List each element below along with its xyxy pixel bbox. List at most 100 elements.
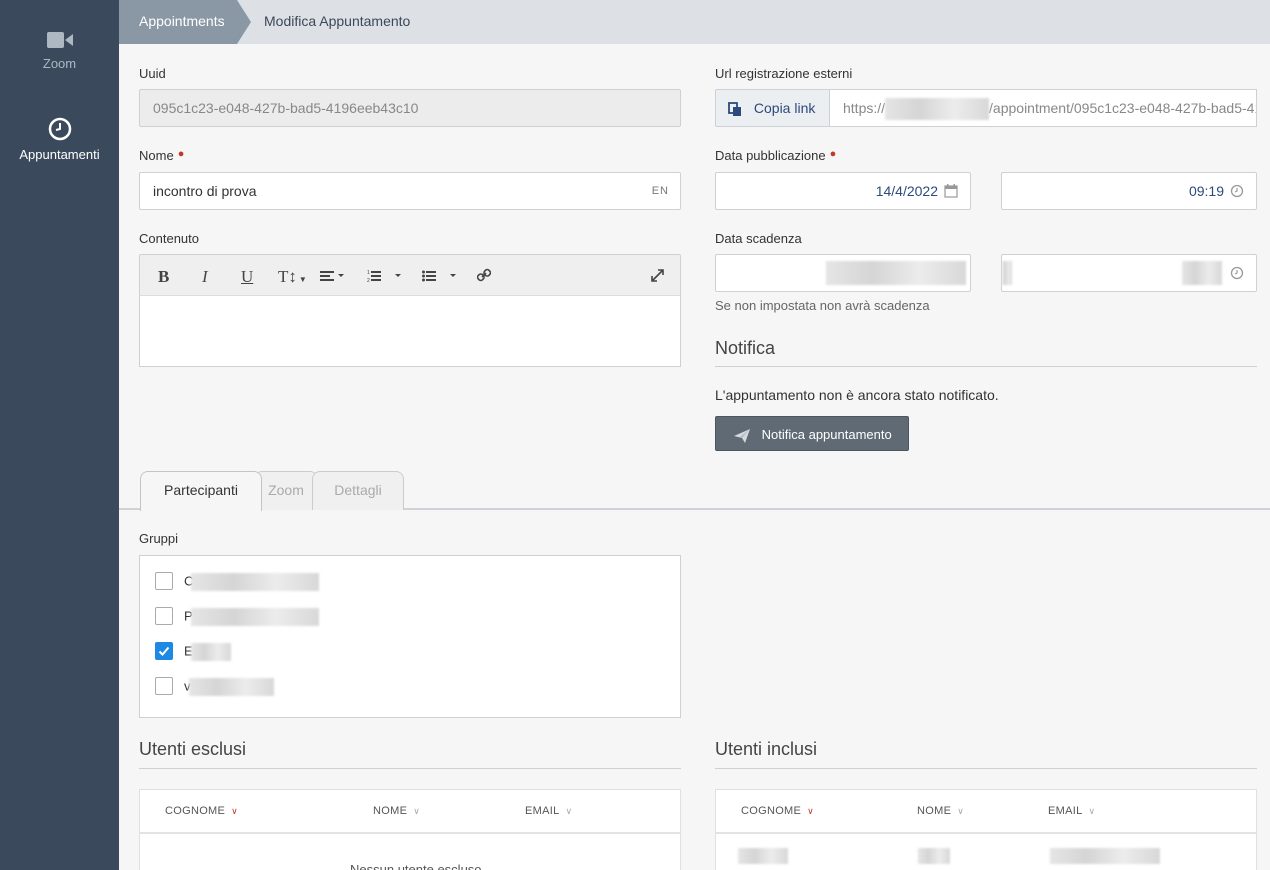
nome-label: Nome ● <box>139 148 184 163</box>
column-header-label: NOME <box>373 805 408 817</box>
sidebar-item-label: Appuntamenti <box>19 147 100 162</box>
divider <box>139 768 681 769</box>
nome-input[interactable]: incontro di prova EN <box>139 172 681 210</box>
header-divider <box>716 832 1256 834</box>
sidebar-item-label: Zoom <box>42 56 77 71</box>
underline-button[interactable]: U <box>241 267 253 287</box>
column-header-label: COGNOME <box>741 805 802 817</box>
redacted-domain <box>885 98 990 121</box>
notifica-status: L'appuntamento non è ancora stato notifi… <box>715 387 999 403</box>
sidebar: Zoom Appuntamenti <box>0 0 119 870</box>
link-button[interactable] <box>476 268 492 285</box>
text-size-button[interactable]: T↕ ▼ <box>278 267 307 287</box>
url-suffix: /appointment/095c1c23-e048-427b-bad5-419… <box>989 100 1256 116</box>
column-header-email[interactable]: EMAIL ∨ <box>1048 805 1095 817</box>
copy-link-button[interactable]: Copia link <box>715 89 830 127</box>
copy-link-label: Copia link <box>753 100 816 116</box>
group-checkbox[interactable] <box>155 677 173 695</box>
group-checkbox[interactable] <box>155 607 173 625</box>
caret-down-icon: ▼ <box>298 275 307 284</box>
uuid-label: Uuid <box>139 66 166 81</box>
column-header-nome[interactable]: NOME ∨ <box>373 805 420 817</box>
divider <box>715 768 1257 769</box>
uuid-field: 095c1c23-e048-427b-bad5-4196eeb43c10 <box>139 89 681 127</box>
sort-desc-icon: ∨ <box>807 806 815 816</box>
column-header-nome[interactable]: NOME ∨ <box>917 805 964 817</box>
redacted-time-start <box>1002 261 1012 285</box>
language-selector[interactable]: EN <box>652 173 669 209</box>
groups-list: C P E v <box>139 555 681 718</box>
nome-value: incontro di prova <box>153 183 257 199</box>
included-users-table: COGNOME ∨ NOME ∨ EMAIL ∨ <box>715 789 1257 870</box>
ordered-list-button[interactable]: 12 <box>367 269 403 286</box>
redacted-group-name <box>191 573 320 591</box>
redacted-email <box>1050 848 1160 864</box>
breadcrumb-current: Modifica Appuntamento <box>264 13 411 29</box>
utenti-inclusi-title: Utenti inclusi <box>715 739 818 759</box>
ordered-list-icon: 12 <box>367 270 401 284</box>
content-editor[interactable] <box>139 295 681 367</box>
redacted-nome <box>918 848 950 864</box>
expand-icon <box>651 269 664 282</box>
video-camera-icon <box>46 32 73 48</box>
unordered-list-button[interactable] <box>422 269 458 286</box>
column-header-label: EMAIL <box>525 805 560 817</box>
divider <box>715 366 1257 367</box>
breadcrumb: Appointments Modifica Appuntamento <box>119 0 1270 44</box>
column-header-cognome[interactable]: COGNOME ∨ <box>165 805 238 817</box>
nome-label-text: Nome <box>139 148 174 163</box>
group-label: P <box>184 608 319 626</box>
gruppi-label: Gruppi <box>139 531 179 546</box>
group-checkbox[interactable] <box>155 572 173 590</box>
clock-icon <box>48 117 71 141</box>
expiry-date-input[interactable] <box>715 254 971 292</box>
tab-partecipanti[interactable]: Partecipanti <box>140 471 262 511</box>
fullscreen-button[interactable] <box>651 269 664 285</box>
column-header-email[interactable]: EMAIL ∨ <box>525 805 572 817</box>
chevron-down-icon: ∨ <box>413 806 421 816</box>
expiry-time-input[interactable] <box>1001 254 1257 292</box>
checkmark-icon <box>158 646 170 656</box>
calendar-icon <box>944 184 958 198</box>
column-header-label: COGNOME <box>165 805 226 817</box>
group-checkbox-checked[interactable] <box>155 642 173 660</box>
pub-date-input[interactable]: 14/4/2022 <box>715 172 971 210</box>
expiry-hint: Se non impostata non avrà scadenza <box>715 298 930 313</box>
required-marker: ● <box>177 148 185 160</box>
excluded-users-table: COGNOME ∨ NOME ∨ EMAIL ∨ Nessun utente escl… <box>139 789 681 870</box>
redacted-cognome <box>738 848 788 864</box>
notify-button-label: Notifica appuntamento <box>761 427 892 442</box>
tab-dettagli[interactable]: Dettagli <box>312 471 404 510</box>
data-pub-label-text: Data pubblicazione <box>715 148 826 163</box>
pub-time-input[interactable]: 09:19 <box>1001 172 1257 210</box>
chevron-down-icon: ∨ <box>957 806 965 816</box>
redacted-group-name <box>190 643 231 661</box>
sidebar-item-appuntamenti[interactable]: Appuntamenti <box>0 117 119 162</box>
column-header-cognome[interactable]: COGNOME ∨ <box>741 805 814 817</box>
italic-button[interactable]: I <box>202 267 208 287</box>
notify-appointment-button[interactable]: Notifica appuntamento <box>715 416 909 451</box>
contenuto-label: Contenuto <box>139 231 199 246</box>
chevron-down-icon: ∨ <box>1088 806 1096 816</box>
bold-button[interactable]: B <box>158 267 169 287</box>
align-button[interactable] <box>320 269 346 286</box>
pub-date-value: 14/4/2022 <box>875 183 938 199</box>
clock-icon <box>1230 266 1244 280</box>
sort-desc-icon: ∨ <box>231 806 239 816</box>
group-label: C <box>184 573 320 591</box>
pub-time-value: 09:19 <box>1188 183 1224 199</box>
unordered-list-icon <box>422 270 456 282</box>
redacted-group-name <box>188 678 274 696</box>
registration-url-field[interactable]: https:// /appointment/095c1c23-e048-427b-… <box>829 89 1257 127</box>
chevron-down-icon: ∨ <box>565 806 573 816</box>
empty-state: Nessun utente escluso <box>350 862 482 870</box>
sidebar-item-zoom[interactable]: Zoom <box>0 30 119 71</box>
tab-zoom[interactable]: Zoom <box>254 471 318 510</box>
copy-icon <box>728 101 741 116</box>
clock-icon <box>1230 184 1244 198</box>
table-row[interactable] <box>728 844 1168 870</box>
text-size-label: T↕ <box>278 267 297 286</box>
editor-toolbar: B I U T↕ ▼ 12 <box>139 254 681 296</box>
required-marker: ● <box>829 148 837 160</box>
breadcrumb-appointments[interactable]: Appointments <box>119 0 251 44</box>
